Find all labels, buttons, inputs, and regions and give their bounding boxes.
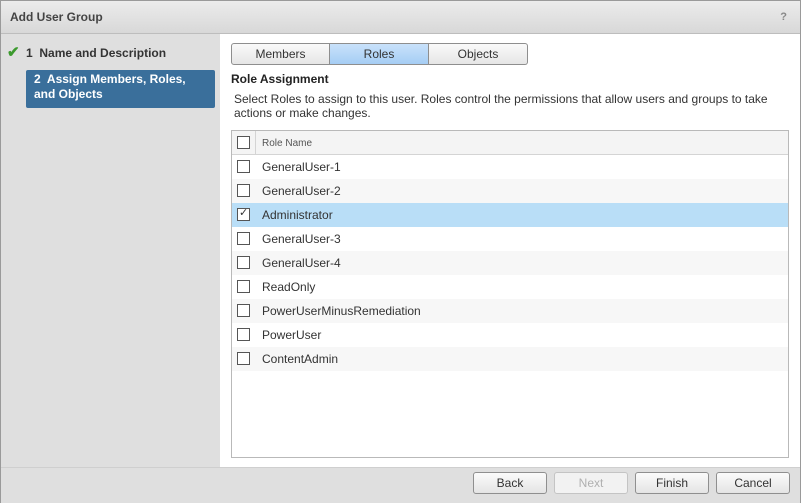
role-name: ContentAdmin bbox=[262, 352, 339, 366]
step-content: Members Roles Objects Role Assignment Se… bbox=[220, 34, 800, 467]
step-label: Name and Description bbox=[39, 46, 167, 60]
table-row[interactable]: PowerUserMinusRemediation bbox=[232, 299, 788, 323]
table-row[interactable]: GeneralUser-4 bbox=[232, 251, 788, 275]
help-icon[interactable]: ? bbox=[780, 11, 787, 23]
row-checkbox[interactable] bbox=[237, 184, 250, 197]
column-header-role-name[interactable]: Role Name bbox=[262, 138, 312, 149]
checkmark-icon: ✔ bbox=[7, 44, 20, 61]
tab-objects[interactable]: Objects bbox=[429, 43, 528, 65]
step-number: 2 bbox=[34, 72, 41, 86]
row-checkbox[interactable] bbox=[237, 256, 250, 269]
dialog-footer: Back Next Finish Cancel bbox=[1, 467, 800, 503]
role-name: GeneralUser-2 bbox=[262, 184, 341, 198]
section-description: Select Roles to assign to this user. Rol… bbox=[234, 92, 768, 120]
role-name: GeneralUser-3 bbox=[262, 232, 341, 246]
wizard-step-name-description[interactable]: ✔ 1 Name and Description bbox=[7, 44, 214, 61]
row-checkbox[interactable] bbox=[237, 160, 250, 173]
dialog-title: Add User Group bbox=[10, 10, 103, 24]
role-name: PowerUser bbox=[262, 328, 322, 342]
row-checkbox[interactable] bbox=[237, 280, 250, 293]
dialog-titlebar: Add User Group ? bbox=[1, 1, 800, 34]
cancel-button[interactable]: Cancel bbox=[716, 472, 790, 494]
add-user-group-dialog: Add User Group ? ✔ 1 Name and Descriptio… bbox=[0, 0, 801, 503]
wizard-steps-sidebar: ✔ 1 Name and Description 2 Assign Member… bbox=[1, 34, 220, 467]
tab-roles[interactable]: Roles bbox=[330, 43, 429, 65]
row-checkbox[interactable] bbox=[237, 232, 250, 245]
row-checkbox[interactable] bbox=[237, 352, 250, 365]
role-name: GeneralUser-4 bbox=[262, 256, 341, 270]
role-name: Administrator bbox=[262, 208, 333, 222]
step-number: 1 bbox=[26, 46, 33, 60]
row-checkbox[interactable] bbox=[237, 304, 250, 317]
role-name: PowerUserMinusRemediation bbox=[262, 304, 421, 318]
finish-button[interactable]: Finish bbox=[635, 472, 709, 494]
table-row[interactable]: PowerUser bbox=[232, 323, 788, 347]
next-button[interactable]: Next bbox=[554, 472, 628, 494]
role-name: ReadOnly bbox=[262, 280, 316, 294]
row-checkbox[interactable] bbox=[237, 206, 250, 221]
table-row[interactable]: ContentAdmin bbox=[232, 347, 788, 371]
table-row[interactable]: ReadOnly bbox=[232, 275, 788, 299]
back-button[interactable]: Back bbox=[473, 472, 547, 494]
row-checkbox[interactable] bbox=[237, 328, 250, 341]
roles-grid: Role Name GeneralUser-1 GeneralUser-2 Ad… bbox=[231, 130, 789, 458]
section-title: Role Assignment bbox=[231, 72, 329, 86]
table-row[interactable]: GeneralUser-2 bbox=[232, 179, 788, 203]
select-all-checkbox[interactable] bbox=[237, 136, 250, 149]
step-label: Assign Members, Roles, and Objects bbox=[34, 72, 186, 101]
table-row[interactable]: GeneralUser-1 bbox=[232, 155, 788, 179]
table-row[interactable]: GeneralUser-3 bbox=[232, 227, 788, 251]
assignment-tabs: Members Roles Objects bbox=[231, 43, 528, 65]
tab-members[interactable]: Members bbox=[231, 43, 330, 65]
wizard-step-assign[interactable]: 2 Assign Members, Roles, and Objects bbox=[26, 70, 215, 108]
grid-header: Role Name bbox=[232, 131, 788, 155]
column-divider bbox=[255, 131, 256, 154]
table-row[interactable]: Administrator bbox=[232, 203, 788, 227]
role-name: GeneralUser-1 bbox=[262, 160, 341, 174]
